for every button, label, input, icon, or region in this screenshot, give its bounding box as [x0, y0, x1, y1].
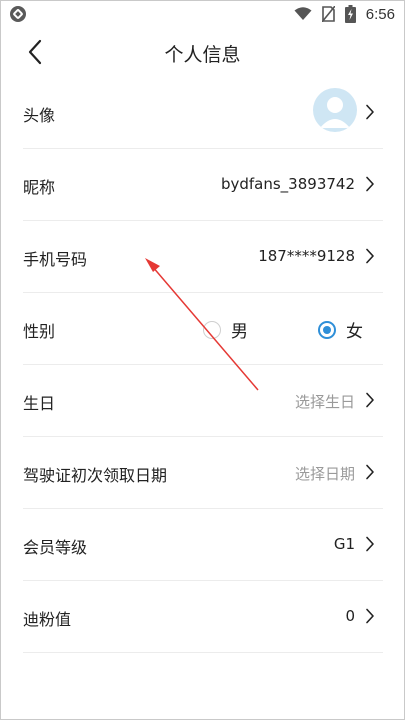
annotation-arrow-icon — [145, 258, 259, 391]
